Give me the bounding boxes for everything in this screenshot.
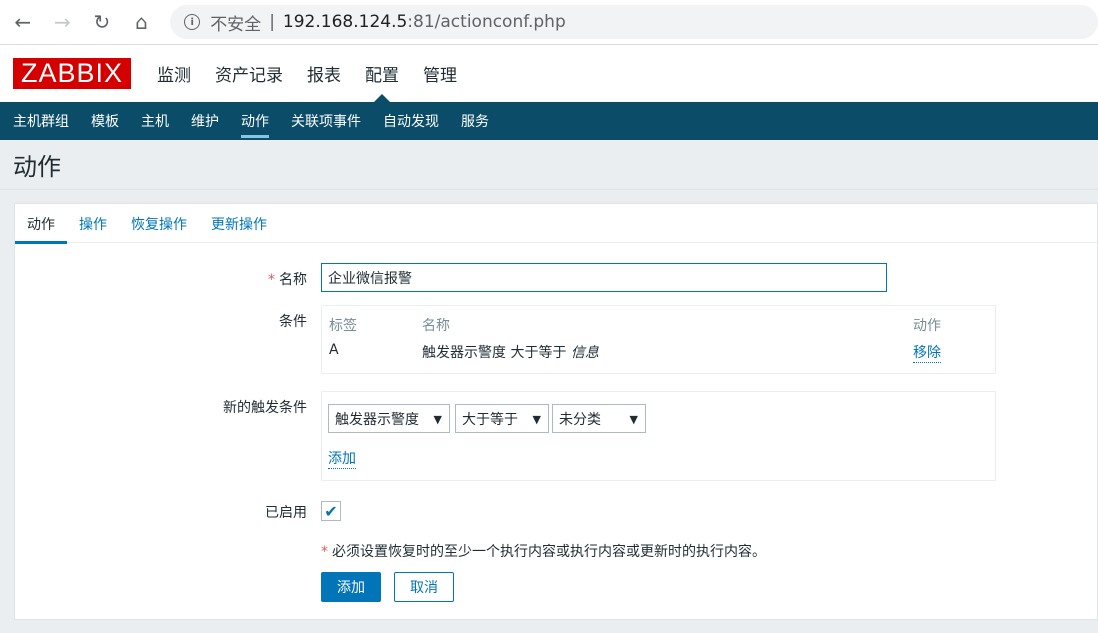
forward-icon[interactable]: →	[46, 5, 80, 39]
cancel-button[interactable]: 取消	[394, 572, 454, 602]
conditions-table: 标签 名称 动作 A 触发器示警度 大于等于 信息 移除	[321, 305, 996, 374]
address-bar[interactable]: i 不安全 | 192.168.124.5 :81/actionconf.php	[170, 5, 1098, 39]
new-condition-box: 触发器示警度 ▼ 大于等于 ▼ 未分类 ▼ 添加	[321, 391, 996, 481]
col-header-action: 动作	[913, 318, 941, 334]
form-tabs: 动作 操作 恢复操作 更新操作	[15, 204, 1097, 244]
dropdown-arrow-icon: ▼	[433, 413, 442, 426]
col-header-label: 标签	[329, 318, 357, 334]
submenu-discovery[interactable]: 自动发现	[372, 102, 450, 140]
insecure-label: 不安全	[210, 14, 262, 35]
zabbix-logo[interactable]: ZABBIX	[13, 58, 131, 89]
remove-condition-link[interactable]: 移除	[913, 342, 941, 363]
tab-recovery-operations[interactable]: 恢复操作	[119, 204, 199, 243]
col-header-name: 名称	[422, 318, 450, 334]
conditions-label: 条件	[279, 314, 307, 330]
url-host: 192.168.124.5	[282, 12, 408, 32]
condition-value-select[interactable]: 未分类 ▼	[552, 404, 646, 433]
action-form: 动作 操作 恢复操作 更新操作 * 名称 企业微信报警 条件 标签 名称 动作 A…	[14, 203, 1098, 620]
condition-name-cell: 触发器示警度 大于等于 信息	[422, 345, 599, 361]
submenu-maintenance[interactable]: 维护	[180, 102, 230, 140]
dropdown-arrow-icon: ▼	[629, 413, 638, 426]
main-menu: 监测 资产记录 报表 配置 管理	[145, 45, 469, 102]
submenu-actions[interactable]: 动作	[230, 102, 280, 140]
back-icon[interactable]: ←	[6, 5, 40, 39]
info-icon[interactable]: i	[184, 14, 201, 30]
tab-action[interactable]: 动作	[15, 204, 67, 244]
submenu: 主机群组 模板 主机 维护 动作 关联项事件 自动发现 服务	[0, 102, 1098, 140]
dropdown-arrow-icon: ▼	[532, 413, 541, 426]
check-icon: ✔	[324, 501, 338, 521]
enabled-label: 已启用	[265, 505, 307, 521]
browser-toolbar: ← → ↻ ⌂ i 不安全 | 192.168.124.5 :81/action…	[0, 0, 1098, 45]
reload-icon[interactable]: ↻	[85, 5, 119, 39]
address-separator: |	[269, 12, 275, 32]
menu-configuration[interactable]: 配置	[353, 45, 411, 102]
page-title: 动作	[0, 140, 1098, 190]
menu-administration[interactable]: 管理	[411, 45, 469, 102]
tab-update-operations[interactable]: 更新操作	[199, 204, 279, 243]
required-mark: *	[268, 272, 275, 288]
menu-inventory[interactable]: 资产记录	[203, 45, 295, 102]
menu-reports[interactable]: 报表	[295, 45, 353, 102]
new-condition-label: 新的触发条件	[223, 400, 307, 416]
home-icon[interactable]: ⌂	[125, 5, 159, 39]
condition-type-select[interactable]: 触发器示警度 ▼	[328, 404, 450, 433]
submenu-event-correlation[interactable]: 关联项事件	[280, 102, 372, 140]
submenu-hosts[interactable]: 主机	[130, 102, 180, 140]
url-path: :81/actionconf.php	[407, 12, 566, 32]
enabled-checkbox[interactable]: ✔	[321, 501, 341, 521]
menu-monitoring[interactable]: 监测	[145, 45, 203, 102]
name-label: * 名称	[268, 272, 307, 288]
top-header: ZABBIX 监测 资产记录 报表 配置 管理	[0, 45, 1098, 102]
name-input[interactable]: 企业微信报警	[321, 263, 887, 292]
submenu-host-groups[interactable]: 主机群组	[2, 102, 80, 140]
condition-operator-select[interactable]: 大于等于 ▼	[455, 404, 549, 433]
add-button[interactable]: 添加	[321, 572, 381, 602]
tab-operations[interactable]: 操作	[67, 204, 119, 243]
submenu-templates[interactable]: 模板	[80, 102, 130, 140]
condition-label-cell: A	[329, 342, 339, 358]
add-condition-link[interactable]: 添加	[328, 448, 356, 469]
submenu-services[interactable]: 服务	[450, 102, 500, 140]
required-note: * 必须设置恢复时的至少一个执行内容或执行内容或更新时的执行内容。	[321, 544, 766, 560]
